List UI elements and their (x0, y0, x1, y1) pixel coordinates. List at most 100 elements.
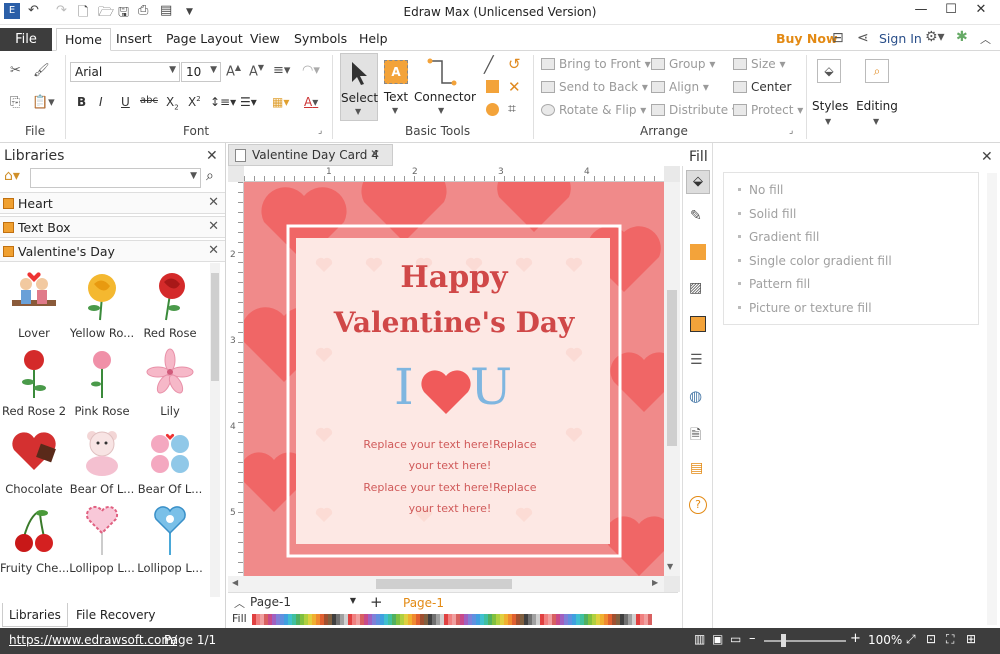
underline-icon[interactable]: U (121, 95, 130, 109)
library-item-lollipop-2[interactable]: Lollipop L... (136, 505, 204, 579)
close-window-icon[interactable]: ✕ (968, 2, 994, 22)
tab-file-recovery[interactable]: File Recovery (70, 603, 162, 627)
copy-icon[interactable]: ⎘ (10, 95, 20, 110)
page-view-icon[interactable]: ▥ (694, 632, 705, 646)
subscript-icon[interactable]: X2 (166, 95, 179, 111)
page-nav-up-icon[interactable]: ︿ (234, 595, 245, 611)
sign-in-link[interactable]: Sign In (879, 31, 922, 46)
protect-button[interactable]: Protect ▾ (733, 103, 803, 117)
rotate-flip-button[interactable]: Rotate & Flip ▾ (541, 103, 646, 117)
cross-tool-icon[interactable]: ✕ (508, 78, 521, 96)
font-size-select[interactable]: 10 ▼ (181, 62, 221, 82)
increase-font-icon[interactable]: A▲ (226, 63, 241, 79)
horizontal-scroll-thumb[interactable] (376, 579, 512, 589)
presentation-icon[interactable]: ▭ (730, 632, 741, 646)
library-item-red-rose-2[interactable]: Red Rose 2 (0, 348, 68, 422)
rectangle-tool-icon[interactable] (486, 80, 499, 93)
font-family-select[interactable]: Arial ▼ (70, 62, 180, 82)
library-item-lollipop-1[interactable]: Lollipop L... (68, 505, 136, 579)
library-item-pink-rose[interactable]: Pink Rose (68, 348, 136, 422)
library-item-fruity-cherry[interactable]: Fruity Che... (0, 505, 68, 579)
select-tool-button[interactable]: Select ▼ (340, 53, 378, 121)
settings-gear-icon[interactable]: ⚙▾ (925, 29, 945, 45)
close-category-icon[interactable]: ✕ (208, 195, 219, 210)
editing-button[interactable]: ⌕ Editing ▼ (854, 55, 900, 135)
center-button[interactable]: Center (733, 80, 791, 94)
strikethrough-icon[interactable]: abc (140, 95, 158, 106)
arc-tool-icon[interactable]: ↺ (508, 55, 521, 73)
bullets-icon[interactable]: ☰▾ (240, 95, 257, 109)
website-link[interactable]: https://www.edrawsoft.com/ (9, 633, 177, 647)
vertical-scroll-thumb[interactable] (667, 290, 677, 446)
fill-option-single-color-gradient[interactable]: Single color gradient fill (738, 254, 892, 268)
arrange-dialog-icon[interactable]: ⌟ (789, 126, 793, 136)
library-item-yellow-rose[interactable]: Yellow Ro... (68, 270, 136, 344)
align-text-icon[interactable]: ≡▾ (273, 63, 290, 78)
bring-to-front-button[interactable]: Bring to Front ▾ (541, 57, 651, 71)
bold-icon[interactable]: B (77, 95, 86, 109)
color-palette[interactable] (252, 614, 654, 625)
fill-option-solid-fill[interactable]: Solid fill (738, 207, 796, 221)
format-painter-icon[interactable]: 🖌 (33, 63, 50, 78)
close-category-icon[interactable]: ✕ (208, 219, 219, 234)
horizontal-scrollbar[interactable]: ◀ ▶ (228, 576, 664, 592)
italic-icon[interactable]: I (99, 95, 103, 109)
fill-option-gradient-fill[interactable]: Gradient fill (738, 230, 819, 244)
align-button[interactable]: Align ▾ (651, 80, 709, 94)
tab-file[interactable]: File (0, 28, 52, 51)
full-screen-icon[interactable]: ⛶ (946, 632, 954, 647)
add-page-icon[interactable]: + (370, 593, 383, 611)
scroll-right-icon[interactable]: ▶ (652, 578, 658, 587)
zoom-in-icon[interactable]: + (850, 631, 861, 646)
scroll-left-icon[interactable]: ◀ (232, 578, 238, 587)
superscript-icon[interactable]: X2 (188, 95, 201, 109)
font-dialog-icon[interactable]: ⌟ (318, 126, 322, 136)
decrease-font-icon[interactable]: A▼ (249, 63, 264, 79)
help-panel-icon[interactable]: ? (689, 496, 707, 514)
vertical-scrollbar[interactable]: ▼ (664, 182, 680, 576)
image-panel-icon[interactable]: ▨ (689, 280, 702, 296)
line-panel-icon[interactable]: ✎ (690, 208, 702, 224)
page-panel-icon[interactable]: ☰ (690, 352, 703, 368)
paste-icon[interactable]: 📋▾ (32, 95, 55, 110)
fit-window-icon[interactable]: ⊞ (966, 632, 976, 646)
page-select[interactable]: Page-1 ▼ (250, 595, 360, 611)
fill-option-no-fill[interactable]: No fill (738, 183, 783, 197)
text-tool-button[interactable]: A Text ▼ (381, 53, 411, 121)
text-direction-icon[interactable]: ◠▾ (302, 63, 320, 78)
document-tab[interactable]: Valentine Day Card 4 ✕ (228, 144, 393, 166)
page-tab-active[interactable]: Page-1 (403, 596, 444, 610)
tab-home[interactable]: Home (56, 28, 111, 51)
maximize-icon[interactable]: ☐ (938, 2, 964, 22)
share-icon[interactable]: ⋖ (857, 30, 869, 46)
attachment-panel-icon[interactable]: 🗎 (690, 424, 701, 448)
fit-page-icon[interactable]: ▣ (712, 632, 723, 646)
close-fill-pane-icon[interactable]: ✕ (981, 149, 993, 165)
tab-insert[interactable]: Insert (108, 28, 160, 51)
highlight-icon[interactable]: ▦▾ (272, 95, 289, 109)
tab-libraries[interactable]: Libraries (2, 603, 68, 627)
library-category-valentines-day[interactable]: Valentine's Day ✕ (0, 240, 225, 262)
fill-option-picture-texture[interactable]: Picture or texture fill (738, 301, 872, 315)
line-tool-icon[interactable]: ╱ (484, 55, 494, 74)
plugin-icon[interactable]: ✱ (956, 29, 968, 45)
minimize-icon[interactable]: — (908, 2, 934, 22)
close-libraries-icon[interactable]: ✕ (206, 148, 218, 164)
tab-help[interactable]: Help (351, 28, 396, 51)
styles-button[interactable]: ⬙ Styles ▼ (812, 55, 848, 135)
distribute-button[interactable]: Distribute ▾ (651, 103, 738, 117)
library-item-bear-2[interactable]: Bear Of L... (136, 426, 204, 500)
library-item-bear-1[interactable]: Bear Of L... (68, 426, 136, 500)
connector-tool-button[interactable]: Connector ▼ (414, 53, 476, 121)
ellipse-tool-icon[interactable] (486, 103, 499, 116)
fit-width-icon[interactable]: ⊡ (926, 632, 936, 646)
fill-option-pattern-fill[interactable]: Pattern fill (738, 277, 810, 291)
library-search-input[interactable]: ▼ (30, 168, 201, 188)
tab-page-layout[interactable]: Page Layout (158, 28, 251, 51)
tab-view[interactable]: View (242, 28, 288, 51)
library-home-icon[interactable]: ⌂▾ (4, 168, 20, 184)
hyperlink-panel-icon[interactable]: ◍ (689, 387, 702, 405)
size-button[interactable]: Size ▾ (733, 57, 785, 71)
close-category-icon[interactable]: ✕ (208, 243, 219, 258)
zoom-slider[interactable] (764, 640, 846, 642)
